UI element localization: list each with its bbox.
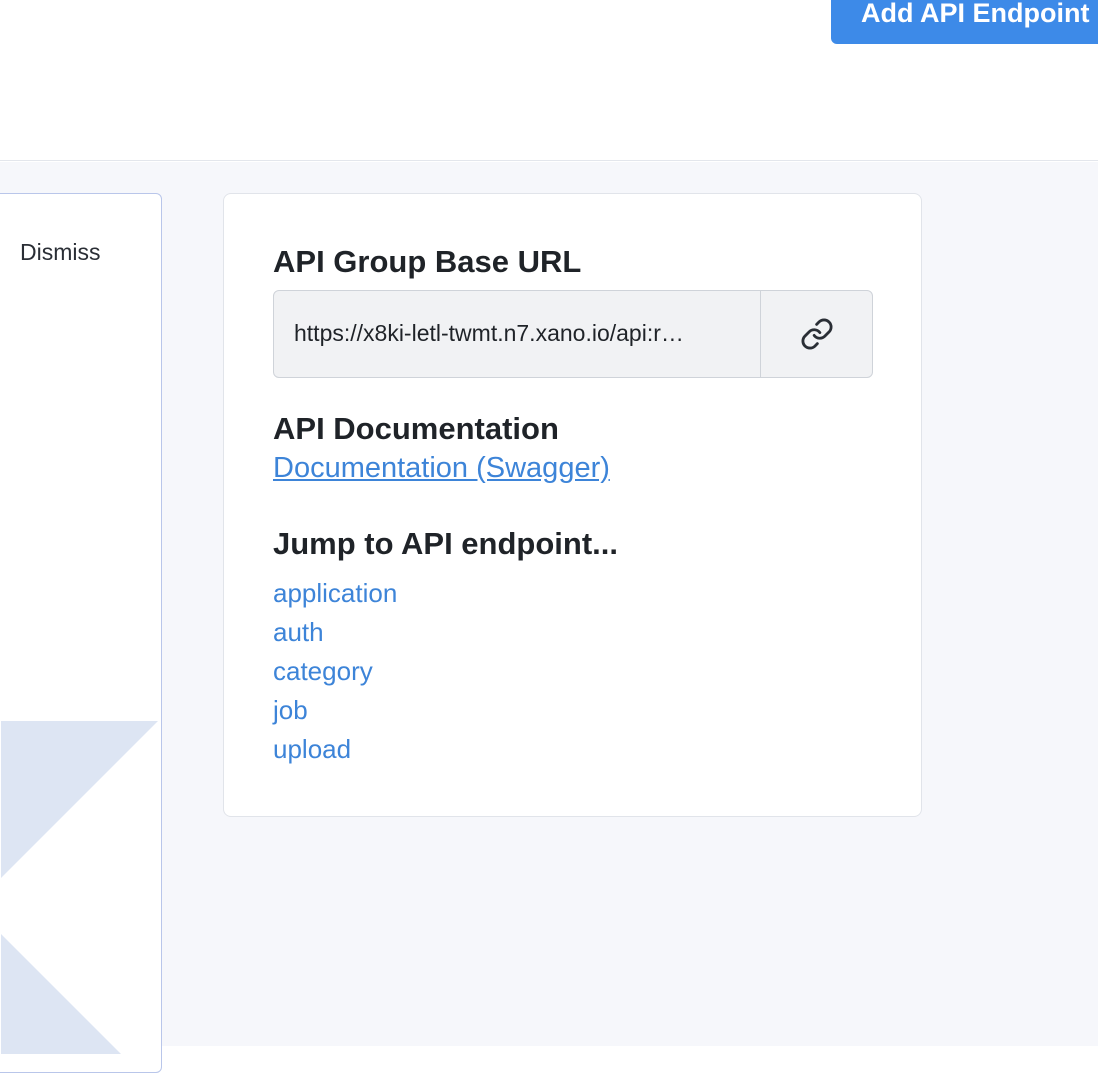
base-url-value[interactable]: https://x8ki-letl-twmt.n7.xano.io/api:r…	[274, 291, 760, 377]
top-bar: Add API Endpoint	[0, 0, 1098, 161]
base-url-field: https://x8ki-letl-twmt.n7.xano.io/api:r…	[273, 290, 873, 378]
documentation-heading: API Documentation	[273, 411, 559, 446]
jump-to-endpoint-heading: Jump to API endpoint...	[273, 526, 618, 561]
decorative-triangle-upper	[1, 721, 158, 878]
welcome-panel: Dismiss	[0, 193, 162, 1073]
endpoint-link-application[interactable]: application	[273, 574, 397, 613]
link-icon	[801, 318, 832, 350]
decorative-background-shape	[1, 721, 158, 1054]
add-api-endpoint-button[interactable]: Add API Endpoint	[831, 0, 1098, 44]
api-group-info-card: API Group Base URL https://x8ki-letl-twm…	[223, 193, 922, 817]
decorative-triangle-lower	[1, 934, 121, 1054]
endpoint-link-upload[interactable]: upload	[273, 730, 397, 769]
endpoint-link-category[interactable]: category	[273, 652, 397, 691]
swagger-documentation-link[interactable]: Documentation (Swagger)	[273, 452, 610, 485]
dismiss-link[interactable]: Dismiss	[20, 239, 101, 266]
copy-url-button[interactable]	[760, 291, 872, 377]
endpoint-list: application auth category job upload	[273, 574, 397, 769]
base-url-heading: API Group Base URL	[273, 244, 582, 279]
main-content: Dismiss API Group Base URL https://x8ki-…	[0, 162, 1098, 1073]
endpoint-link-job[interactable]: job	[273, 691, 397, 730]
endpoint-link-auth[interactable]: auth	[273, 613, 397, 652]
